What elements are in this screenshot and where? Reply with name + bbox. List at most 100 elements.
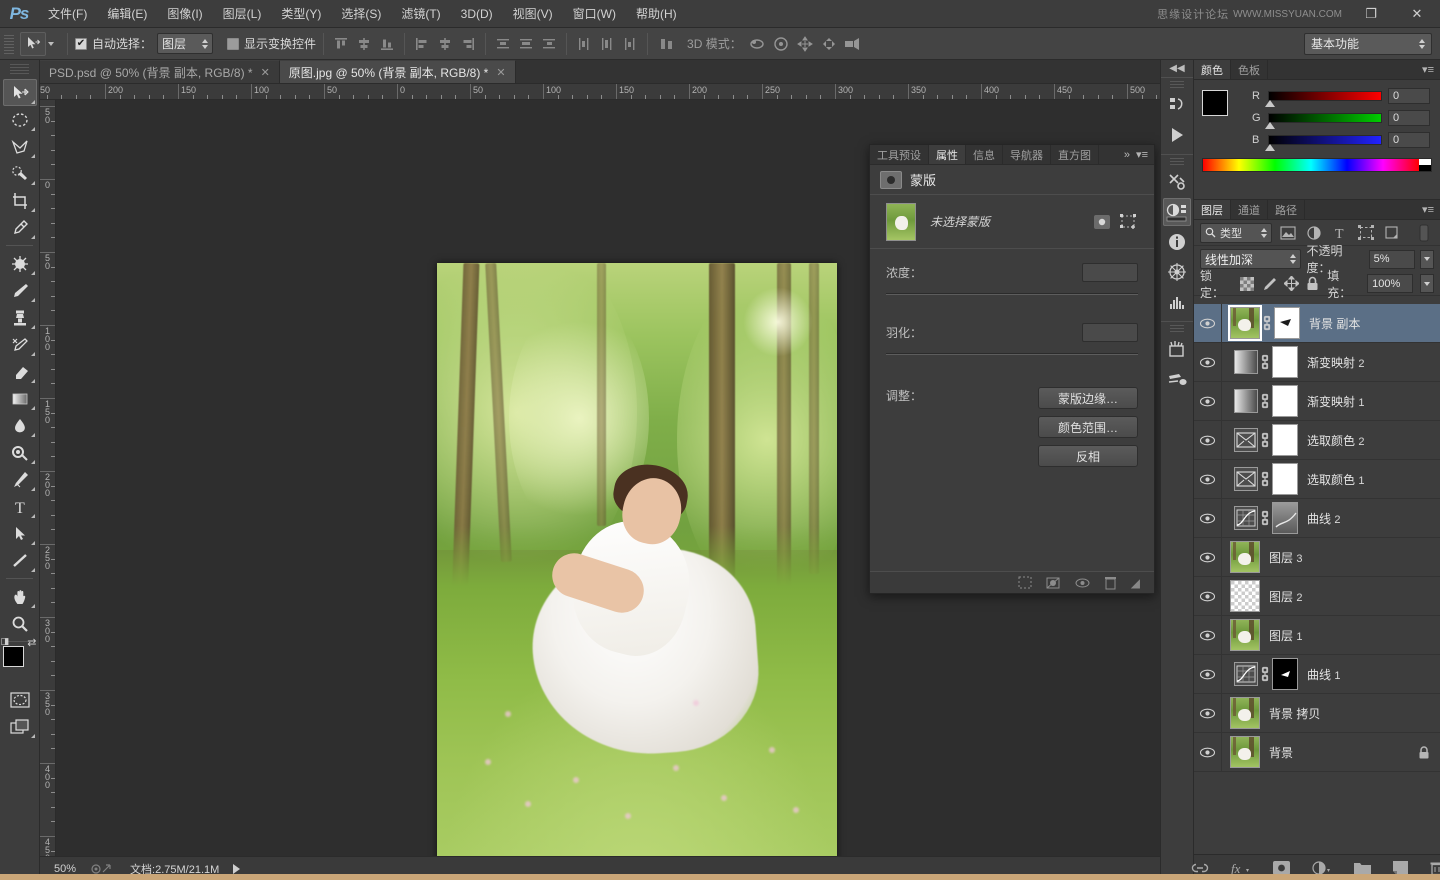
layer-visibility-toggle[interactable]: [1194, 615, 1222, 655]
align-bottom-edges-icon[interactable]: [377, 34, 397, 54]
document-tab-jpg[interactable]: 原图.jpg @ 50% (背景 副本, RGB/8) * ✕: [279, 60, 516, 83]
layer-row[interactable]: 图层 2: [1194, 576, 1440, 616]
layer-name[interactable]: 渐变映射 2: [1307, 354, 1364, 371]
layer-name[interactable]: 背景 拷贝: [1269, 705, 1320, 722]
zoom-level[interactable]: 50%: [54, 863, 76, 875]
options-bar-grip[interactable]: [4, 32, 14, 55]
line-shape-tool[interactable]: [3, 547, 37, 574]
layer-row[interactable]: 背景: [1194, 732, 1440, 772]
tool-preset-caret-icon[interactable]: [48, 41, 54, 46]
tab-histogram[interactable]: 直方图: [1051, 145, 1099, 164]
layer-name[interactable]: 背景 副本: [1309, 315, 1360, 332]
layer-visibility-toggle[interactable]: [1194, 732, 1222, 772]
red-slider[interactable]: [1265, 91, 1382, 107]
tab-properties[interactable]: 属性: [929, 145, 966, 164]
layer-visibility-toggle[interactable]: [1194, 304, 1222, 343]
menu-layer[interactable]: 图层(L): [213, 3, 272, 25]
invert-button[interactable]: 反相: [1038, 445, 1138, 467]
layer-row[interactable]: 图层 3: [1194, 537, 1440, 577]
layer-mask-thumbnail[interactable]: [1274, 307, 1300, 339]
quick-selection-tool[interactable]: [3, 160, 37, 187]
tab-tool-presets[interactable]: 工具预设: [870, 145, 929, 164]
horizontal-ruler[interactable]: 2502001501005005010015020025030035040045…: [40, 84, 1160, 100]
swap-colors-icon[interactable]: ⇄: [27, 636, 36, 649]
roll-3d-icon[interactable]: [772, 35, 790, 53]
green-slider[interactable]: [1265, 113, 1382, 129]
distribute-top-edges-icon[interactable]: [493, 34, 513, 54]
blue-value[interactable]: 0: [1388, 132, 1430, 148]
quick-mask-toggle[interactable]: [3, 686, 37, 713]
rail-grip[interactable]: [1170, 81, 1184, 89]
resize-grip-icon[interactable]: ◢: [1131, 576, 1140, 590]
foreground-color-swatch[interactable]: [2, 646, 24, 667]
new-layer-icon[interactable]: [1392, 860, 1408, 875]
menu-file[interactable]: 文件(F): [38, 3, 97, 25]
zoom-tool[interactable]: [3, 610, 37, 637]
lock-image-icon[interactable]: [1262, 276, 1277, 292]
auto-align-layers-icon[interactable]: [655, 34, 679, 54]
move-tool[interactable]: [2, 79, 37, 106]
new-group-icon[interactable]: [1353, 861, 1371, 874]
fill-slider-caret-icon[interactable]: [1420, 274, 1434, 293]
show-transform-checkbox[interactable]: [227, 37, 240, 50]
layer-visibility-toggle[interactable]: [1194, 342, 1222, 382]
expand-panels-icon[interactable]: »: [1124, 149, 1130, 161]
curves-thumbnail[interactable]: [1234, 506, 1258, 530]
layer-list[interactable]: 背景 副本 渐变映射 2 渐变映射 1 选取颜色 2 选取颜色 1 曲线 2 图层 3 图层 …: [1194, 304, 1440, 850]
eraser-tool[interactable]: [3, 358, 37, 385]
layer-mask-thumbnail[interactable]: [1272, 346, 1298, 378]
hand-tool[interactable]: [3, 583, 37, 610]
distribute-bottom-edges-icon[interactable]: [539, 34, 559, 54]
pixel-filter-icon[interactable]: [1278, 223, 1298, 243]
brush-icon[interactable]: [1163, 335, 1191, 363]
path-selection-tool[interactable]: [3, 520, 37, 547]
smartobject-filter-icon[interactable]: [1382, 223, 1402, 243]
mask-edge-button[interactable]: 蒙版边缘…: [1038, 387, 1138, 409]
filter-toggle-switch[interactable]: [1414, 223, 1434, 243]
type-filter-icon[interactable]: T: [1330, 223, 1350, 243]
layer-name[interactable]: 图层 1: [1269, 627, 1302, 644]
gradient-map-thumbnail[interactable]: [1234, 350, 1258, 374]
history-icon[interactable]: [1163, 91, 1191, 119]
layer-visibility-toggle[interactable]: [1194, 537, 1222, 577]
tab-layers[interactable]: 图层: [1194, 200, 1231, 219]
layer-thumbnail[interactable]: [1230, 697, 1260, 729]
red-value[interactable]: 0: [1388, 88, 1430, 104]
load-selection-icon[interactable]: [1018, 576, 1032, 589]
density-input[interactable]: [1082, 263, 1138, 282]
mask-source-thumbnail[interactable]: [886, 202, 916, 241]
workspace-switcher[interactable]: 基本功能: [1304, 32, 1432, 55]
feather-input[interactable]: [1082, 323, 1138, 342]
properties-panel[interactable]: 工具预设 属性 信息 导航器 直方图 » ▾≡ 蒙版 未选择蒙版 浓度： 羽化：…: [869, 144, 1155, 594]
layer-mask-thumbnail[interactable]: [1272, 424, 1298, 456]
tab-channels[interactable]: 通道: [1231, 200, 1268, 219]
layer-thumbnail[interactable]: [1230, 736, 1260, 768]
menu-window[interactable]: 窗口(W): [563, 3, 626, 25]
blur-tool[interactable]: [3, 412, 37, 439]
layer-name[interactable]: 选取颜色 2: [1307, 432, 1364, 449]
menu-3d[interactable]: 3D(D): [451, 3, 503, 25]
pixel-mask-button-icon[interactable]: [1094, 214, 1110, 229]
lasso-tool[interactable]: [3, 133, 37, 160]
layer-name[interactable]: 曲线 2: [1307, 510, 1340, 527]
selective-color-thumbnail[interactable]: [1234, 428, 1258, 452]
layer-name[interactable]: 图层 2: [1269, 588, 1302, 605]
clone-stamp-tool[interactable]: [3, 304, 37, 331]
layer-name[interactable]: 渐变映射 1: [1307, 393, 1364, 410]
color-range-button[interactable]: 颜色范围…: [1038, 416, 1138, 438]
type-tool[interactable]: T: [3, 493, 37, 520]
align-vertical-centers-icon[interactable]: [354, 34, 374, 54]
navigator-icon[interactable]: [1163, 258, 1191, 286]
layer-name[interactable]: 背景: [1269, 744, 1293, 761]
gradient-map-thumbnail[interactable]: [1234, 389, 1258, 413]
tools-panel-grip[interactable]: [10, 64, 29, 76]
layer-row[interactable]: 曲线 2: [1194, 498, 1440, 538]
layer-visibility-toggle[interactable]: [1194, 459, 1222, 499]
auto-select-dropdown[interactable]: 图层: [157, 33, 214, 54]
menu-help[interactable]: 帮助(H): [626, 3, 687, 25]
dodge-tool[interactable]: [3, 439, 37, 466]
eyedropper-tool[interactable]: [3, 214, 37, 241]
layers-panel-menu-icon[interactable]: ▾≡: [1416, 200, 1440, 219]
adjustments-icon[interactable]: [1163, 198, 1191, 226]
layer-thumbnail[interactable]: [1230, 580, 1260, 612]
